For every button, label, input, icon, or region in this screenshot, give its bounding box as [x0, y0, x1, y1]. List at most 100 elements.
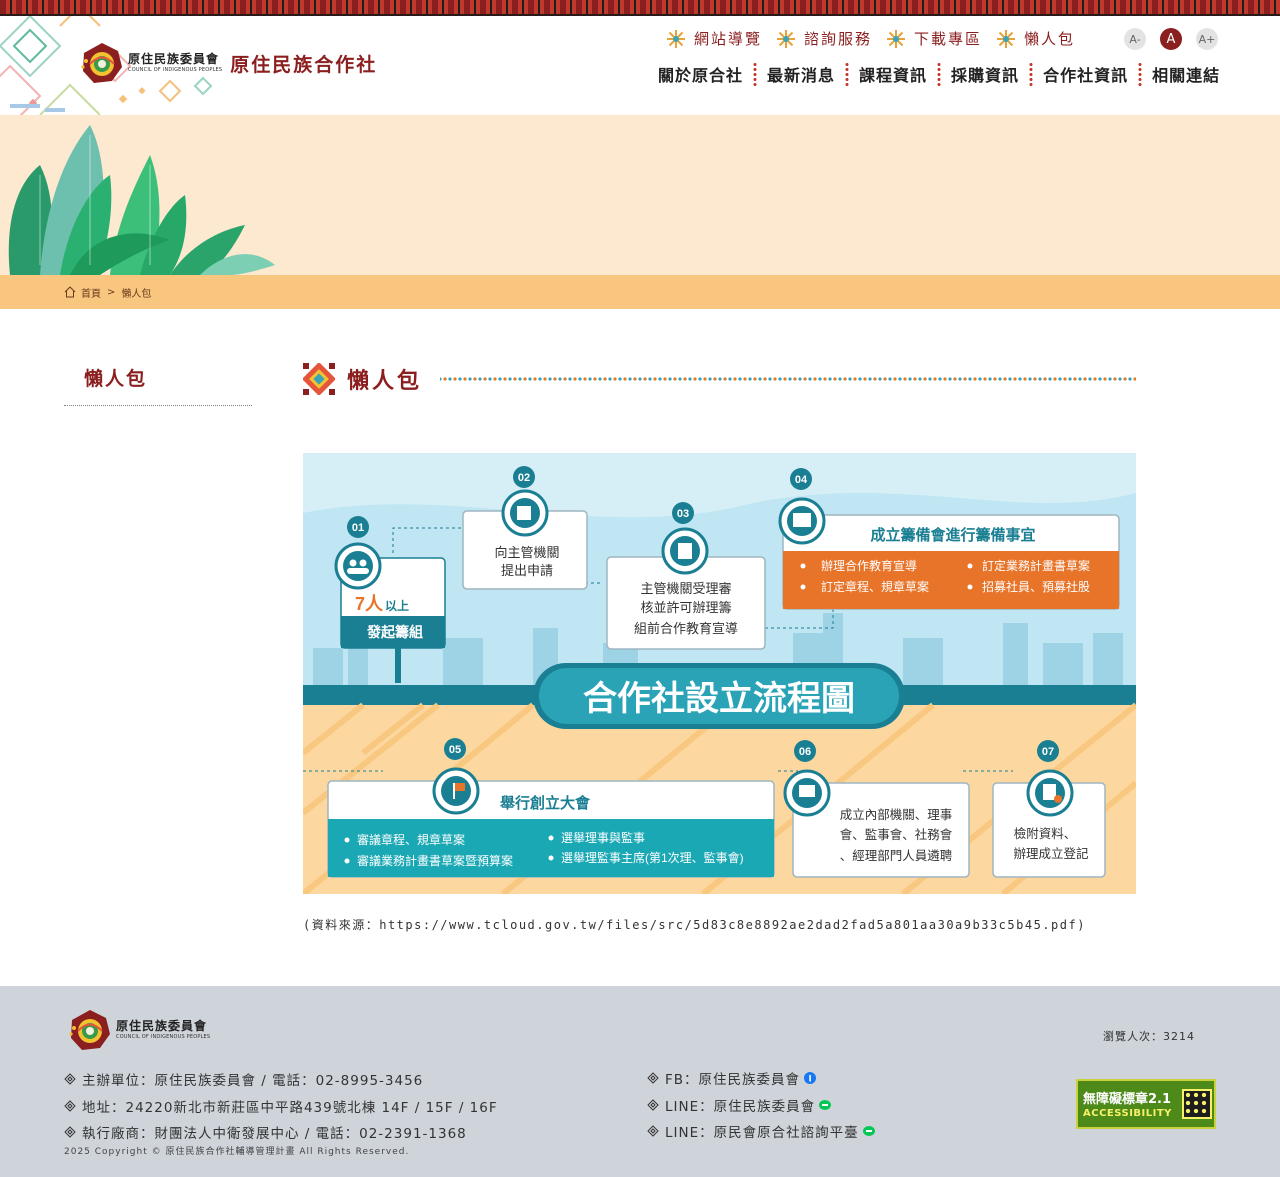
flow-step-04-num: 04: [795, 474, 808, 486]
content-heading: 懶人包: [303, 362, 1136, 396]
main-nav: 關於原合社 最新消息 課程資訊 採購資訊 合作社資訊 相關連結: [658, 62, 1220, 86]
flow-step-05-num: 05: [449, 744, 461, 756]
flow-step-07-line2: 辦理成立登記: [1013, 846, 1088, 861]
flow-step-06-line1: 成立內部機關、理事: [840, 807, 953, 822]
source-citation: (資料來源：https://www.tcloud.gov.tw/files/sr…: [303, 918, 1086, 932]
visit-counter: 瀏覽人次：3214: [1103, 1030, 1195, 1043]
council-logo-icon: [81, 43, 122, 83]
breadcrumb-home-link[interactable]: 首頁: [81, 285, 101, 300]
util-nav-sitemap[interactable]: 網站導覽: [666, 28, 762, 49]
accessibility-badge-line2: ACCESSIBILITY: [1083, 1108, 1172, 1119]
footer-logo[interactable]: 原住民族委員會 COUNCIL OF INDIGENOUS PEOPLES: [68, 1008, 210, 1052]
footer-organizer: 主辦單位：原住民族委員會 / 電話：02-8995-3456: [64, 1069, 423, 1089]
util-nav-sitemap-label: 網站導覽: [694, 30, 763, 48]
footer-line-platform-text: LINE：原民會原合社諮詢平臺: [665, 1125, 859, 1141]
sun-ornament-icon: [887, 29, 906, 48]
nav-separator: [1138, 62, 1143, 86]
footer-line-link-council[interactable]: LINE：原住民族委員會: [647, 1095, 832, 1115]
leaf-banner-illustration: [8, 125, 275, 275]
main-nav-cooperative-info[interactable]: 合作社資訊: [1043, 62, 1128, 86]
flow-step-03-line2: 核並許可辦理籌: [640, 600, 731, 615]
flow-step-04-bullet1: 辦理合作教育宣導: [821, 558, 917, 573]
top-decorative-strip: [0, 0, 1280, 16]
flow-step-06-num: 06: [799, 746, 811, 758]
flow-step-01-label: 發起籌組: [366, 624, 423, 640]
font-size-smaller-button[interactable]: A-: [1124, 28, 1146, 50]
flow-step-05-bullet2: 選舉理事與監事: [561, 830, 645, 845]
copyright: 2025 Copyright © 原住民族合作社輔導管理計畫 All Right…: [64, 1147, 410, 1157]
footer-logo-chinese-name: 原住民族委員會: [116, 1019, 208, 1033]
nav-separator: [937, 62, 942, 86]
util-nav-guide[interactable]: 懶人包: [996, 28, 1075, 49]
util-nav-guide-label: 懶人包: [1024, 30, 1076, 48]
utility-nav: 網站導覽 諮詢服務 下載專區 懶人包: [666, 28, 1089, 49]
font-size-controls: A- A A+: [1124, 28, 1218, 50]
title-dotted-divider: [440, 376, 1136, 382]
sidebar: 懶人包: [64, 352, 252, 406]
footer-logo-english-name: COUNCIL OF INDIGENOUS PEOPLES: [116, 1034, 211, 1040]
nav-separator: [845, 62, 850, 86]
flow-step-05-bullet1: 審議章程、規章草案: [357, 832, 465, 847]
diamond-bullet-icon: [64, 1100, 76, 1112]
accessibility-grid-icon: [1182, 1089, 1212, 1119]
flow-step-03-num: 03: [677, 508, 689, 520]
main-nav-about[interactable]: 關於原合社: [658, 62, 743, 86]
flow-step-05-title: 舉行創立大會: [500, 794, 591, 812]
flowchart-title-banner: 合作社設立流程圖: [533, 663, 905, 729]
diamond-bullet-icon: [64, 1126, 76, 1138]
logo-english-name: COUNCIL OF INDIGENOUS PEOPLES: [128, 67, 223, 73]
sun-ornament-icon: [667, 29, 685, 48]
flowchart-title: 合作社設立流程圖: [583, 680, 855, 718]
logo-chinese-name: 原住民族委員會: [128, 52, 220, 66]
flow-step-07-line1: 檢附資料、: [1014, 826, 1077, 841]
footer-address: 地址：24220新北市新莊區中平路439號北棟 14F / 15F / 16F: [64, 1096, 498, 1116]
council-logo-icon: [69, 1010, 110, 1050]
site-footer: 原住民族委員會 COUNCIL OF INDIGENOUS PEOPLES 瀏覽…: [0, 986, 1280, 1177]
home-icon: [64, 286, 76, 298]
line-icon: [862, 1126, 875, 1136]
sun-ornament-icon: [777, 29, 796, 48]
site-header: 原住民族委員會 COUNCIL OF INDIGENOUS PEOPLES 原住…: [0, 16, 1280, 115]
breadcrumb: 首頁 > 懶人包: [0, 275, 1280, 309]
footer-fb-link[interactable]: FB：原住民族委員會: [647, 1068, 817, 1088]
breadcrumb-current: 懶人包: [121, 288, 152, 300]
accessibility-badge-icon[interactable]: 無障礙標章2.1 ACCESSIBILITY: [1076, 1079, 1216, 1129]
footer-line-link-platform[interactable]: LINE：原民會原合社諮詢平臺: [647, 1121, 875, 1141]
flow-step-02-num: 02: [518, 472, 530, 484]
main-nav-links[interactable]: 相關連結: [1152, 62, 1220, 86]
font-size-normal-button[interactable]: A: [1160, 28, 1182, 50]
flow-step-03-line3: 組前合作教育宣導: [634, 621, 738, 636]
footer-contractor-text: 執行廠商：財團法人中衛發展中心 / 電話：02-2391-1368: [82, 1126, 467, 1142]
page-banner: [0, 115, 1280, 275]
nav-separator: [1029, 62, 1034, 86]
flow-step-04-title: 成立籌備會進行籌備事宜: [870, 526, 1035, 544]
flow-step-07-num: 07: [1042, 746, 1054, 758]
footer-line-council-text: LINE：原住民族委員會: [665, 1099, 816, 1115]
diamond-bullet-icon: [647, 1125, 659, 1137]
sun-ornament-icon: [997, 29, 1016, 48]
main-nav-news[interactable]: 最新消息: [767, 62, 835, 86]
site-title: 原住民族合作社: [230, 53, 378, 76]
page-title: 懶人包: [347, 369, 423, 394]
diamond-bullet-icon: [647, 1072, 659, 1084]
flow-step-01-suffix: 以上: [385, 598, 409, 613]
flow-step-04-bullet3: 訂定章程、規章草案: [821, 579, 929, 594]
diamond-bullet-icon: [647, 1099, 659, 1111]
main-nav-procurement[interactable]: 採購資訊: [951, 62, 1019, 86]
site-logo[interactable]: 原住民族委員會 COUNCIL OF INDIGENOUS PEOPLES 原住…: [80, 41, 377, 85]
flow-step-03-line1: 主管機關受理審: [640, 581, 731, 596]
footer-address-text: 地址：24220新北市新莊區中平路439號北棟 14F / 15F / 16F: [82, 1100, 498, 1116]
flow-step-04-bullet4: 招募社員、預募社股: [982, 579, 1090, 594]
cooperative-flowchart-image: 01 7人 以上 發起籌組 02 向主管機關 提出申請 03 主管機關受理審 核…: [303, 453, 1136, 894]
flow-step-06-line2: 會、監事會、社務會: [840, 827, 953, 842]
flow-step-01-highlight: 7人: [355, 594, 384, 614]
util-nav-download[interactable]: 下載專區: [886, 28, 982, 49]
util-nav-consult[interactable]: 諮詢服務: [776, 28, 872, 49]
flow-step-01-num: 01: [352, 522, 364, 534]
breadcrumb-separator: >: [107, 286, 116, 298]
flow-step-02-line2: 提出申請: [501, 563, 553, 578]
font-size-larger-button[interactable]: A+: [1196, 28, 1218, 50]
main-nav-courses[interactable]: 課程資訊: [859, 62, 927, 86]
flow-step-02-line1: 向主管機關: [494, 545, 559, 560]
sidebar-item-guide[interactable]: 懶人包: [64, 352, 252, 406]
